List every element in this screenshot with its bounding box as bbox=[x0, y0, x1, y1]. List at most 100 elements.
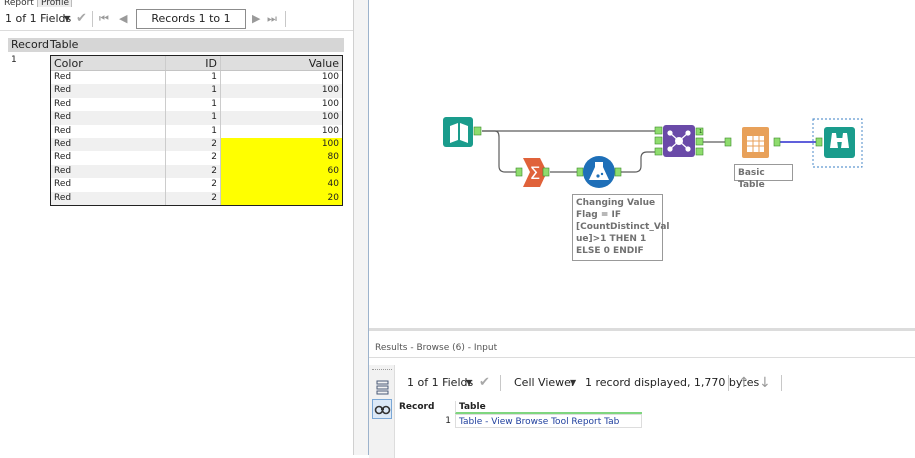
color-column-header: Color bbox=[51, 56, 166, 70]
records-range-input[interactable]: Records 1 to 1 bbox=[136, 9, 246, 29]
record-number-cell: 1 bbox=[445, 416, 451, 426]
id-column-header: ID bbox=[166, 56, 221, 70]
value-cell: 100 bbox=[321, 125, 339, 136]
value-cell: 60 bbox=[221, 164, 342, 179]
value-cell: 80 bbox=[221, 151, 342, 165]
report-table-body: Red 1 100 Red 1 100 Red 1 100 Red 1 100 Red 1 100 Red 2 1… bbox=[51, 71, 342, 205]
results-divider bbox=[369, 357, 915, 358]
record-column-header[interactable]: Record bbox=[397, 401, 455, 414]
workflow-canvas[interactable]: Σ 1 Changing Value Flag = IF [CountDisti… bbox=[369, 0, 915, 328]
id-cell: 2 bbox=[166, 164, 221, 179]
table-row: Red 2 40 bbox=[51, 178, 342, 192]
color-cell: Red bbox=[51, 191, 166, 205]
report-pane: Report Profile 1 of 1 Fields ▼ ✔ ⏮ ◀ Rec… bbox=[0, 0, 353, 455]
toolbar-divider bbox=[92, 11, 93, 27]
results-checkmark-icon[interactable]: ✔ bbox=[479, 371, 490, 395]
arrow-up-icon[interactable]: ↑ bbox=[738, 371, 750, 395]
first-record-icon[interactable]: ⏮ bbox=[99, 7, 109, 31]
table-row: Red 1 100 bbox=[51, 84, 342, 98]
table-row: Red 1 100 bbox=[51, 124, 342, 138]
input-data-tool[interactable] bbox=[443, 117, 482, 147]
browse-view-icon[interactable] bbox=[372, 399, 392, 419]
results-toolbar: 1 of 1 Fields ▼ ✔ Cell Viewer ▼ 1 record… bbox=[397, 371, 915, 395]
id-cell: 1 bbox=[166, 111, 221, 125]
color-cell: Red bbox=[51, 151, 166, 165]
toolbar-divider bbox=[781, 375, 782, 391]
report-header: Record Table bbox=[8, 38, 344, 52]
checkmark-icon[interactable]: ✔ bbox=[76, 7, 87, 31]
join-multiple-tool[interactable] bbox=[654, 125, 704, 157]
table-value-cell[interactable]: Table - View Browse Tool Report Tab bbox=[455, 414, 642, 428]
table-row: Red 1 100 bbox=[51, 97, 342, 112]
value-cell: 100 bbox=[221, 137, 342, 152]
fields-dropdown-icon[interactable]: ▼ bbox=[64, 7, 70, 31]
id-cell: 1 bbox=[166, 97, 221, 112]
table-row: Red 2 20 bbox=[51, 191, 342, 205]
table-row: Red 2 80 bbox=[51, 151, 342, 165]
color-cell: Red bbox=[51, 178, 166, 192]
id-cell: 1 bbox=[166, 71, 221, 85]
next-record-icon[interactable]: ▶ bbox=[252, 7, 260, 31]
drag-handle-icon[interactable] bbox=[372, 369, 392, 372]
table-column-header[interactable]: Table bbox=[455, 401, 642, 414]
id-cell: 2 bbox=[166, 191, 221, 205]
formula-annotation: Changing Value Flag = IF [CountDistinct_… bbox=[572, 194, 670, 261]
summarize-tool[interactable]: Σ bbox=[515, 158, 550, 187]
toolbar-divider bbox=[500, 375, 501, 391]
results-fields-selector[interactable]: 1 of 1 Fields bbox=[407, 371, 473, 395]
results-pane: Results - Browse (6) - Input 1 of 1 Fiel… bbox=[369, 328, 915, 458]
record-number: 1 bbox=[11, 55, 17, 65]
id-cell: 2 bbox=[166, 178, 221, 192]
results-fields-dropdown-icon[interactable]: ▼ bbox=[466, 371, 472, 395]
toolbar-divider bbox=[728, 375, 729, 391]
arrow-down-icon[interactable]: ↓ bbox=[759, 371, 771, 395]
value-cell: 100 bbox=[321, 72, 339, 82]
value-cell: 100 bbox=[321, 85, 339, 96]
color-cell: Red bbox=[51, 84, 166, 98]
results-status: 1 record displayed, 1,770 bytes bbox=[585, 376, 760, 389]
last-record-icon[interactable]: ⏭ bbox=[267, 7, 277, 31]
report-table: Color ID Value Red 1 100 Red 1 100 Red 1 100 Red 1… bbox=[50, 55, 343, 206]
id-cell: 1 bbox=[166, 84, 221, 98]
id-cell: 1 bbox=[166, 124, 221, 138]
table-column-header: Table bbox=[50, 38, 79, 51]
color-cell: Red bbox=[51, 97, 166, 112]
table-row: Red 1 100 bbox=[51, 111, 342, 125]
previous-record-icon[interactable]: ◀ bbox=[119, 7, 127, 31]
results-title: Results - Browse (6) - Input bbox=[375, 343, 498, 353]
value-cell: 40 bbox=[221, 178, 342, 192]
table-row: Red 1 100 bbox=[51, 71, 342, 85]
connection-input-to-summarize bbox=[482, 130, 517, 173]
id-cell: 2 bbox=[166, 151, 221, 165]
color-cell: Red bbox=[51, 124, 166, 138]
svg-text:Σ: Σ bbox=[530, 164, 541, 184]
join-anchor-label: 1 bbox=[699, 129, 703, 135]
browse-tool[interactable] bbox=[812, 118, 863, 168]
tab-profile[interactable]: Profile bbox=[38, 0, 72, 7]
value-cell: 20 bbox=[221, 191, 342, 205]
table-tool[interactable] bbox=[724, 127, 781, 158]
value-cell: 100 bbox=[321, 98, 339, 109]
color-cell: Red bbox=[51, 71, 166, 85]
table-row: Red 2 60 bbox=[51, 164, 342, 179]
pane-splitter[interactable] bbox=[353, 0, 369, 455]
value-column-header: Value bbox=[308, 57, 339, 70]
connection-formula-to-join bbox=[618, 151, 657, 173]
results-table: Record Table 1 Table - View Browse Tool … bbox=[397, 401, 642, 428]
cell-viewer-selector[interactable]: Cell Viewer bbox=[514, 371, 575, 395]
record-column-header: Record bbox=[11, 38, 50, 51]
table-row: Red 2 100 bbox=[51, 137, 342, 152]
color-cell: Red bbox=[51, 137, 166, 152]
table-annotation: Basic Table bbox=[734, 164, 793, 190]
id-cell: 2 bbox=[166, 137, 221, 152]
tab-report[interactable]: Report bbox=[0, 0, 38, 7]
cell-viewer-dropdown-icon[interactable]: ▼ bbox=[570, 371, 576, 395]
formula-tool[interactable] bbox=[576, 156, 622, 188]
fields-selector[interactable]: 1 of 1 Fields bbox=[5, 7, 71, 31]
color-cell: Red bbox=[51, 164, 166, 179]
table-row[interactable]: 1 Table - View Browse Tool Report Tab bbox=[397, 414, 642, 428]
list-view-icon[interactable] bbox=[372, 377, 392, 397]
workflow-diagram: Σ bbox=[443, 117, 863, 188]
report-table-header: Color ID Value bbox=[51, 56, 342, 71]
results-table-header: Record Table bbox=[397, 401, 642, 414]
